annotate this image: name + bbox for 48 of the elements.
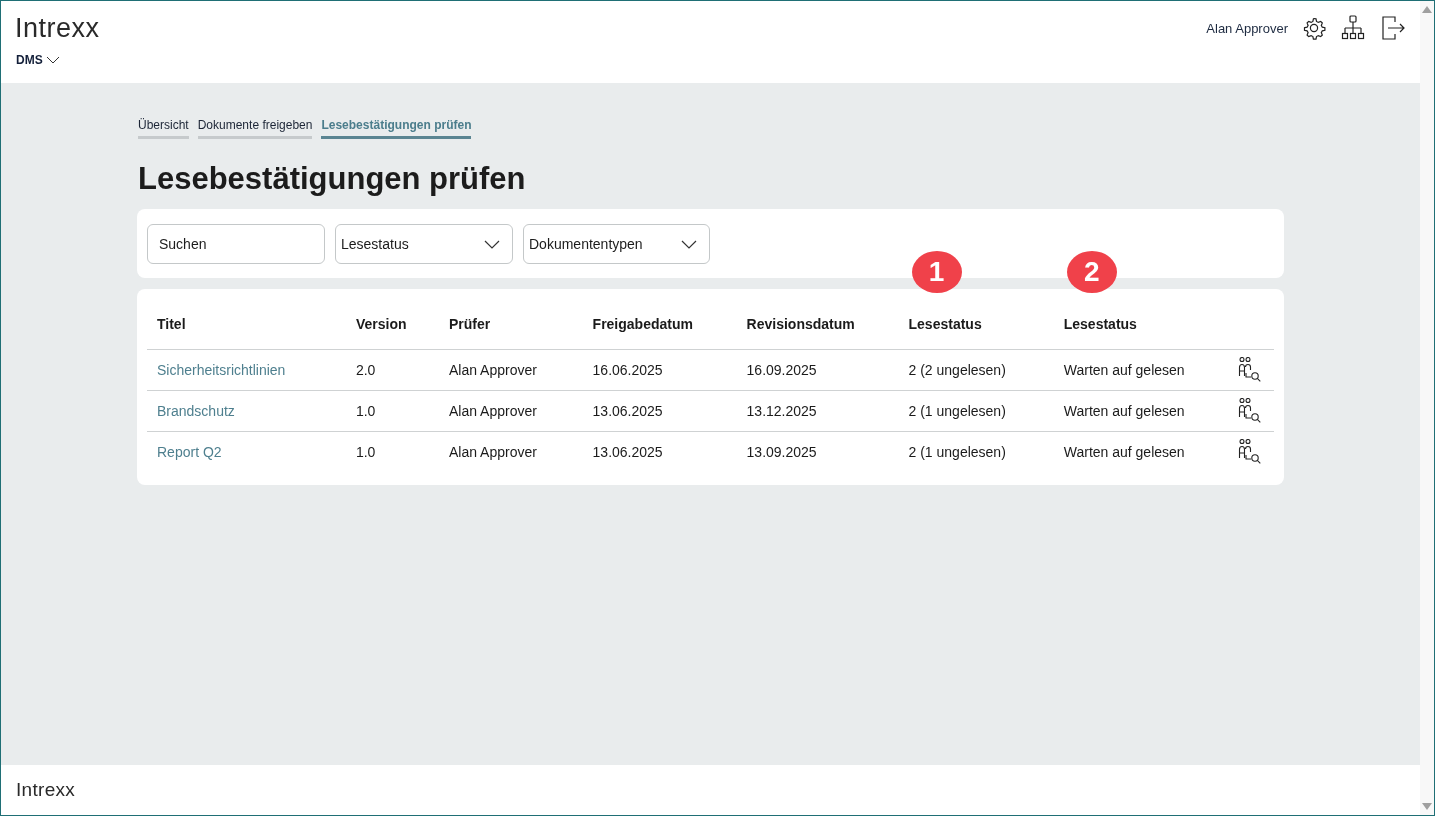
column-header: Freigabedatum (592, 315, 693, 332)
tab[interactable]: Lesebestätigungen prüfen (321, 118, 472, 139)
document-link[interactable]: Report Q2 (157, 444, 222, 460)
tab[interactable]: Übersicht (138, 118, 189, 139)
tab[interactable]: Dokumente freigeben (197, 118, 313, 139)
user-name[interactable]: Alan Approver (1206, 20, 1288, 36)
column-header: Revisionsdatum (746, 315, 855, 332)
table-cell: 13.06.2025 (592, 403, 663, 419)
table-cell: Alan Approver (448, 444, 537, 460)
column-header: Lesestatus (1063, 315, 1137, 332)
people-search-icon[interactable] (1236, 357, 1263, 383)
chevron-down-icon (681, 239, 697, 249)
table-cell: Warten auf gelesen (1063, 403, 1185, 419)
app-menu[interactable]: DMS (16, 53, 60, 67)
people-search-icon[interactable] (1236, 439, 1263, 465)
settings-icon[interactable] (1302, 16, 1326, 40)
people-search-icon[interactable] (1236, 398, 1263, 424)
table-cell: 2 (2 ungelesen) (908, 362, 1006, 378)
table-cell: Alan Approver (448, 362, 537, 378)
column-header: Version (355, 315, 407, 332)
chevron-down-icon (45, 56, 60, 64)
document-link[interactable]: Sicherheitsrichtlinien (157, 362, 286, 378)
page-title: Lesebestätigungen prüfen (138, 161, 527, 197)
table-cell: Warten auf gelesen (1063, 444, 1185, 460)
table-cell: 13.12.2025 (746, 403, 817, 419)
table-cell: 13.06.2025 (592, 444, 663, 460)
column-header: Titel (157, 315, 186, 332)
document-link[interactable]: Brandschutz (157, 403, 235, 419)
footer-logo: Intrexx (16, 779, 76, 800)
logo: Intrexx (15, 13, 100, 44)
table-cell: 13.09.2025 (746, 444, 817, 460)
search-field[interactable]: Suchen (147, 224, 325, 264)
chevron-down-icon (484, 239, 500, 249)
table-cell: Alan Approver (448, 403, 537, 419)
table-cell: 1.0 (355, 403, 376, 419)
sitemap-icon[interactable] (1340, 15, 1366, 41)
table-cell: 2 (1 ungelesen) (908, 444, 1006, 460)
table-cell: 16.06.2025 (592, 362, 663, 378)
table-cell: Warten auf gelesen (1063, 362, 1185, 378)
table-cell: 2.0 (355, 362, 376, 378)
table-cell: 2 (1 ungelesen) (908, 403, 1006, 419)
column-header: Prüfer (448, 315, 491, 332)
logout-icon[interactable] (1380, 15, 1406, 41)
filter-dropdown[interactable]: Lesestatus (335, 224, 513, 264)
filter-dropdown[interactable]: Dokumententypen (523, 224, 710, 264)
table-cell: 16.09.2025 (746, 362, 817, 378)
table-cell: 1.0 (355, 444, 376, 460)
column-header: Lesestatus (908, 315, 982, 332)
